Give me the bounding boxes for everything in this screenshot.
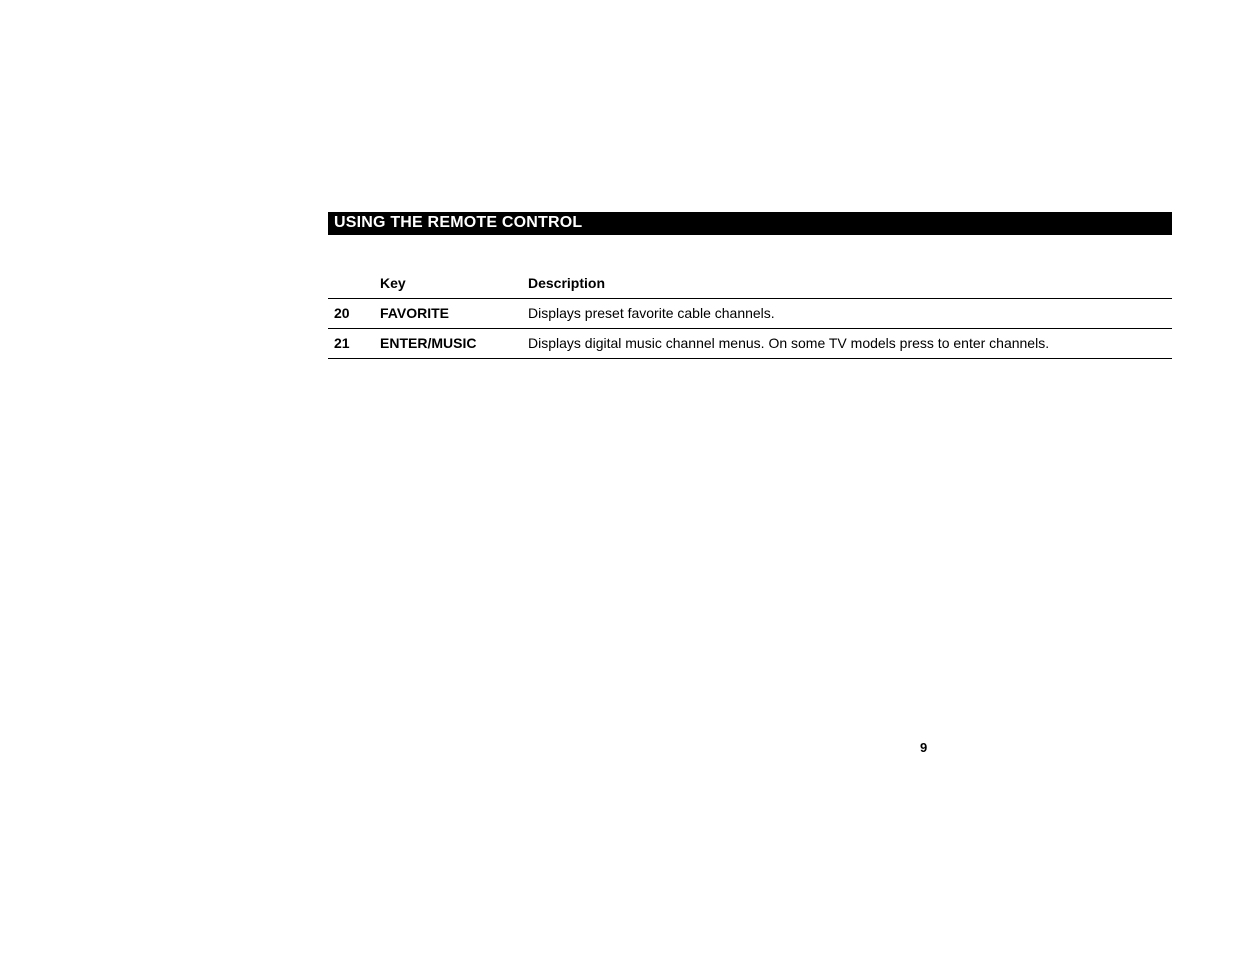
row-key: FAVORITE	[380, 305, 528, 321]
table-row: 20 FAVORITE Displays preset favorite cab…	[328, 299, 1172, 329]
header-description: Description	[528, 275, 1172, 291]
row-description: Displays digital music channel menus. On…	[528, 335, 1172, 351]
table-header-row: Key Description	[328, 275, 1172, 299]
row-description: Displays preset favorite cable channels.	[528, 305, 1172, 321]
table-row: 21 ENTER/MUSIC Displays digital music ch…	[328, 329, 1172, 359]
document-page: USING THE REMOTE CONTROL Key Description…	[328, 212, 1172, 359]
page-number: 9	[920, 740, 927, 755]
row-number: 20	[328, 305, 380, 321]
row-key: ENTER/MUSIC	[380, 335, 528, 351]
key-description-table: Key Description 20 FAVORITE Displays pre…	[328, 275, 1172, 359]
row-number: 21	[328, 335, 380, 351]
section-header: USING THE REMOTE CONTROL	[328, 212, 1172, 235]
header-key: Key	[380, 275, 528, 291]
